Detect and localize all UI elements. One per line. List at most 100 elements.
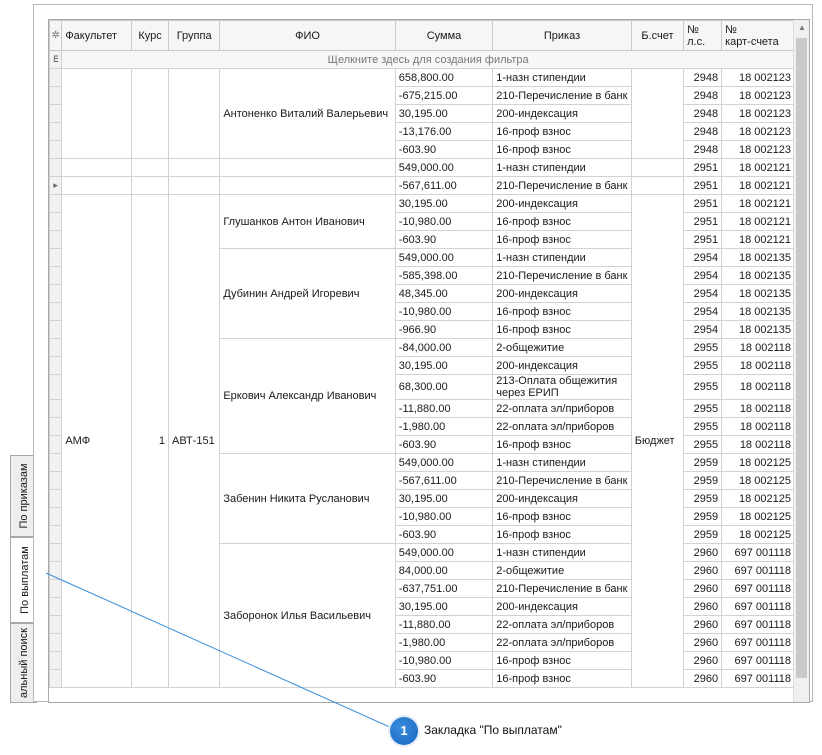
cell-sum[interactable]: -10,980.00 <box>394 302 494 321</box>
cell-card-account[interactable]: 18 002118 <box>721 435 795 454</box>
cell-sum[interactable]: 549,000.00 <box>394 453 494 472</box>
cell-order[interactable]: 200-индексация <box>492 104 632 123</box>
cell-personal-account[interactable]: 2960 <box>683 543 723 562</box>
cell-fio-empty[interactable] <box>219 158 396 177</box>
row-indicator[interactable] <box>49 302 63 321</box>
row-indicator[interactable] <box>49 561 63 580</box>
cell-order[interactable]: 2-общежитие <box>492 561 632 580</box>
cell-card-account[interactable]: 18 002135 <box>721 302 795 321</box>
cell-sum[interactable]: 30,195.00 <box>394 356 494 375</box>
row-indicator[interactable] <box>49 320 63 339</box>
row-indicator[interactable] <box>49 248 63 267</box>
row-indicator[interactable] <box>49 122 63 141</box>
row-indicator[interactable] <box>49 68 63 87</box>
cell-card-account[interactable]: 18 002125 <box>721 525 795 544</box>
cell-personal-account[interactable]: 2959 <box>683 525 723 544</box>
row-indicator[interactable] <box>49 230 63 249</box>
cell-order[interactable]: 200-индексация <box>492 597 632 616</box>
cell-order[interactable]: 210-Перечисление в банк <box>492 579 632 598</box>
col-order[interactable]: Приказ <box>492 20 632 51</box>
cell-order[interactable]: 210-Перечисление в банк <box>492 176 632 195</box>
cell-sum[interactable]: -567,611.00 <box>394 176 494 195</box>
cell-fio-empty[interactable] <box>219 176 396 195</box>
cell-card-account[interactable]: 18 002135 <box>721 248 795 267</box>
cell-group-empty[interactable] <box>168 158 221 177</box>
col-course[interactable]: Курс <box>131 20 170 51</box>
cell-card-account[interactable]: 697 001118 <box>721 633 795 652</box>
cell-faculty-empty[interactable] <box>61 68 133 159</box>
cell-sum[interactable]: -1,980.00 <box>394 417 494 436</box>
cell-card-account[interactable]: 18 002121 <box>721 212 795 231</box>
cell-personal-account[interactable]: 2955 <box>683 356 723 375</box>
cell-fio[interactable]: Забенин Никита Русланович <box>219 453 396 544</box>
cell-account-empty[interactable] <box>630 68 685 159</box>
cell-order[interactable]: 16-проф взнос <box>492 122 632 141</box>
cell-personal-account[interactable]: 2954 <box>683 266 723 285</box>
cell-personal-account[interactable]: 2954 <box>683 284 723 303</box>
cell-personal-account[interactable]: 2960 <box>683 633 723 652</box>
cell-personal-account[interactable]: 2954 <box>683 320 723 339</box>
cell-sum[interactable]: -567,611.00 <box>394 471 494 490</box>
cell-personal-account[interactable]: 2954 <box>683 302 723 321</box>
cell-sum[interactable]: -10,980.00 <box>394 507 494 526</box>
cell-sum[interactable]: -675,215.00 <box>394 86 494 105</box>
cell-card-account[interactable]: 18 002135 <box>721 266 795 285</box>
cell-sum[interactable]: 48,345.00 <box>394 284 494 303</box>
cell-card-account[interactable]: 18 002125 <box>721 507 795 526</box>
row-indicator[interactable] <box>49 669 63 688</box>
cell-order[interactable]: 16-проф взнос <box>492 507 632 526</box>
cell-order[interactable]: 200-индексация <box>492 284 632 303</box>
row-indicator[interactable] <box>49 140 63 159</box>
cell-card-account[interactable]: 18 002125 <box>721 471 795 490</box>
cell-account-empty[interactable] <box>630 158 685 177</box>
row-indicator[interactable] <box>49 471 63 490</box>
cell-personal-account[interactable]: 2955 <box>683 374 723 400</box>
cell-personal-account[interactable]: 2951 <box>683 230 723 249</box>
row-indicator[interactable] <box>49 579 63 598</box>
row-indicator[interactable] <box>49 212 63 231</box>
row-indicator[interactable] <box>49 338 63 357</box>
cell-order[interactable]: 1-назн стипендии <box>492 248 632 267</box>
cell-order[interactable]: 2-общежитие <box>492 338 632 357</box>
cell-sum[interactable]: 30,195.00 <box>394 597 494 616</box>
scroll-up-icon[interactable]: ▲ <box>794 20 809 36</box>
cell-order[interactable]: 200-индексация <box>492 194 632 213</box>
cell-sum[interactable]: 84,000.00 <box>394 561 494 580</box>
cell-card-account[interactable]: 18 002135 <box>721 320 795 339</box>
cell-sum[interactable]: -1,980.00 <box>394 633 494 652</box>
row-indicator[interactable] <box>49 597 63 616</box>
row-indicator[interactable] <box>49 86 63 105</box>
cell-fio[interactable]: Заборонок Илья Васильевич <box>219 543 396 688</box>
cell-personal-account[interactable]: 2959 <box>683 453 723 472</box>
row-indicator[interactable] <box>49 507 63 526</box>
cell-account[interactable]: Бюджет <box>630 194 685 688</box>
cell-faculty-empty[interactable] <box>61 158 133 177</box>
cell-sum[interactable]: -585,398.00 <box>394 266 494 285</box>
cell-order[interactable]: 210-Перечисление в банк <box>492 266 632 285</box>
cell-account-empty[interactable] <box>630 176 685 195</box>
scroll-thumb[interactable] <box>796 38 807 678</box>
cell-order[interactable]: 1-назн стипендии <box>492 68 632 87</box>
cell-card-account[interactable]: 18 002118 <box>721 356 795 375</box>
cell-card-account[interactable]: 697 001118 <box>721 561 795 580</box>
row-indicator[interactable] <box>49 266 63 285</box>
cell-personal-account[interactable]: 2959 <box>683 507 723 526</box>
cell-fio[interactable]: Антоненко Виталий Валерьевич <box>219 68 396 159</box>
cell-card-account[interactable]: 697 001118 <box>721 651 795 670</box>
cell-order[interactable]: 22-оплата эл/приборов <box>492 399 632 418</box>
cell-card-account[interactable]: 18 002123 <box>721 140 795 159</box>
cell-sum[interactable]: 658,800.00 <box>394 68 494 87</box>
cell-card-account[interactable]: 18 002121 <box>721 194 795 213</box>
cell-sum[interactable]: -603.90 <box>394 435 494 454</box>
cell-order[interactable]: 1-назн стипендии <box>492 543 632 562</box>
cell-personal-account[interactable]: 2960 <box>683 651 723 670</box>
cell-course-empty[interactable] <box>131 176 170 195</box>
cell-sum[interactable]: 549,000.00 <box>394 543 494 562</box>
cell-order[interactable]: 1-назн стипендии <box>492 453 632 472</box>
cell-order[interactable]: 16-проф взнос <box>492 302 632 321</box>
row-indicator[interactable] <box>49 194 63 213</box>
cell-card-account[interactable]: 18 002118 <box>721 399 795 418</box>
cell-order[interactable]: 22-оплата эл/приборов <box>492 615 632 634</box>
cell-personal-account[interactable]: 2948 <box>683 140 723 159</box>
cell-card-account[interactable]: 18 002125 <box>721 453 795 472</box>
